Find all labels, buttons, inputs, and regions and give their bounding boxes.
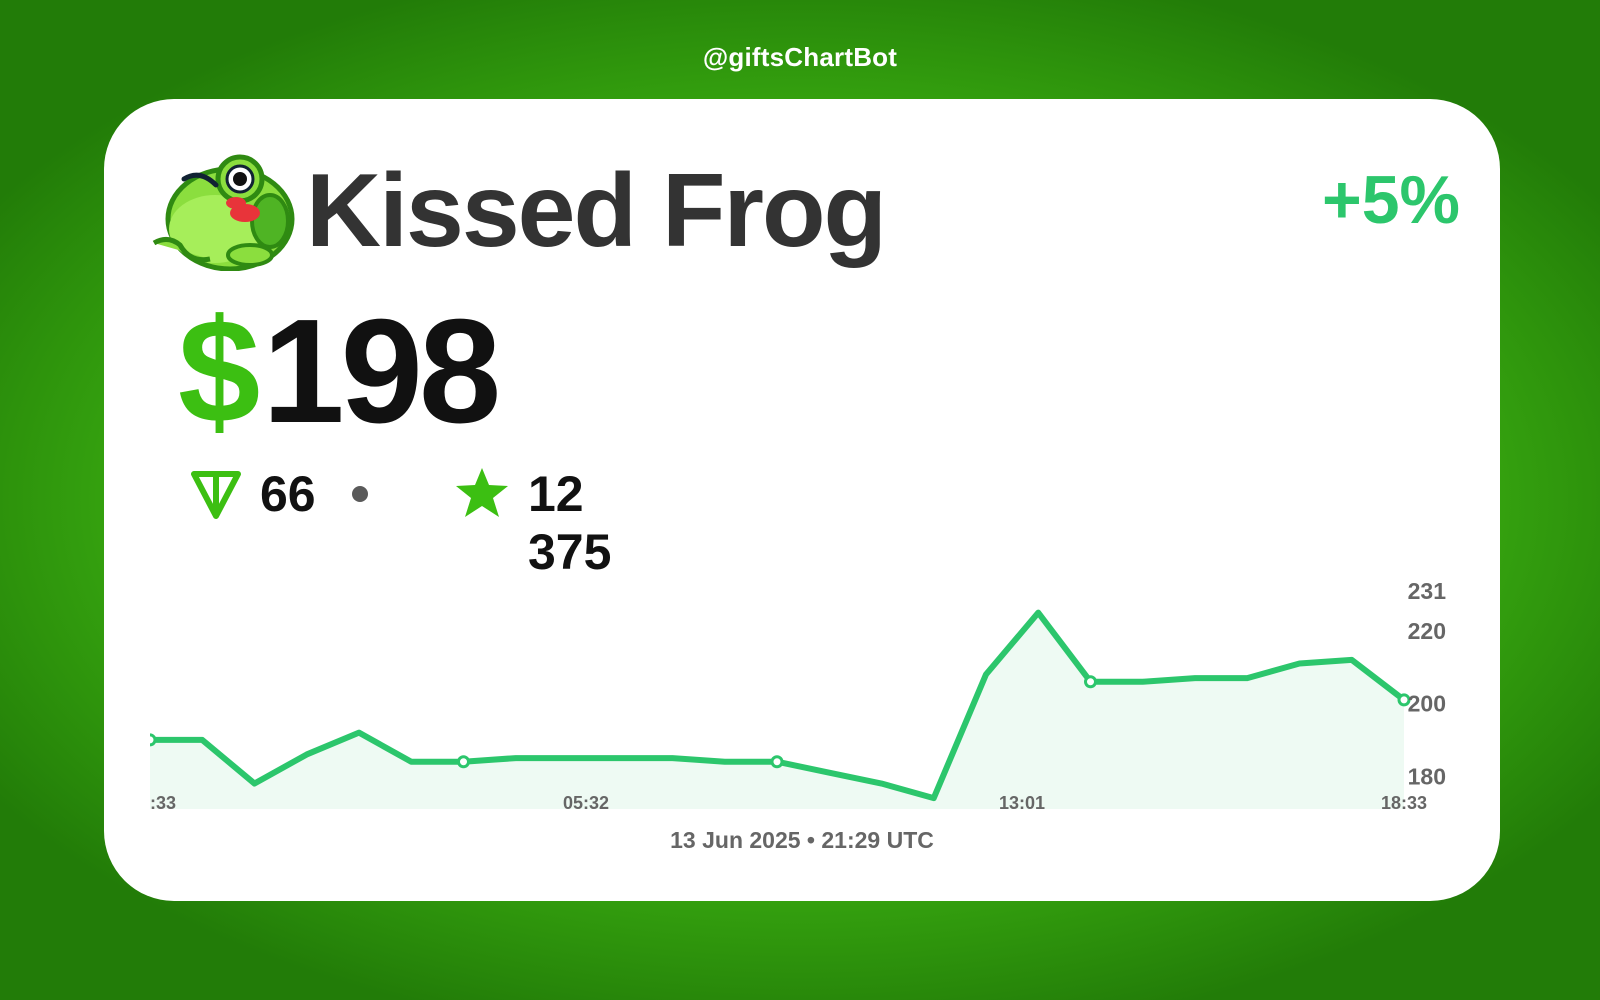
gift-card: Kissed Frog +5% $ 198 66 12 375 180 200 22… <box>104 99 1500 901</box>
usd-price: $ 198 <box>178 287 501 457</box>
x-tick-label: 05:32 <box>563 793 609 813</box>
y-tick-label: 231 <box>1408 578 1447 604</box>
price-value: 198 <box>262 289 501 454</box>
price-change-badge: +5% <box>1322 162 1460 238</box>
star-icon <box>456 468 508 517</box>
ton-price: 66 <box>260 466 316 522</box>
gift-name: Kissed Frog <box>306 152 887 269</box>
y-tick-label: 200 <box>1408 691 1446 717</box>
ton-icon <box>191 471 241 519</box>
gift-title-row: Kissed Frog <box>150 151 887 271</box>
y-tick-label: 220 <box>1408 618 1446 644</box>
dollar-sign: $ <box>178 289 260 454</box>
chart-point <box>457 755 470 769</box>
chart-point <box>150 733 157 747</box>
chart-area <box>150 612 1404 809</box>
chart-timestamp: 13 Jun 2025 • 21:29 UTC <box>670 827 934 853</box>
y-tick-label: 180 <box>1408 763 1446 789</box>
stars-price: 12 375 <box>528 466 612 580</box>
separator-dot <box>352 486 368 502</box>
price-chart: 180 200 220 231 :33 05:32 13:01 18:33 <box>150 578 1447 813</box>
bot-handle: @giftsChartBot <box>702 42 898 72</box>
x-tick-label: 18:33 <box>1381 793 1427 813</box>
kissed-frog-icon <box>152 154 295 271</box>
chart-point <box>770 755 784 769</box>
x-tick-label: :33 <box>150 793 176 813</box>
chart-point <box>1084 675 1097 689</box>
x-tick-label: 13:01 <box>999 793 1045 813</box>
